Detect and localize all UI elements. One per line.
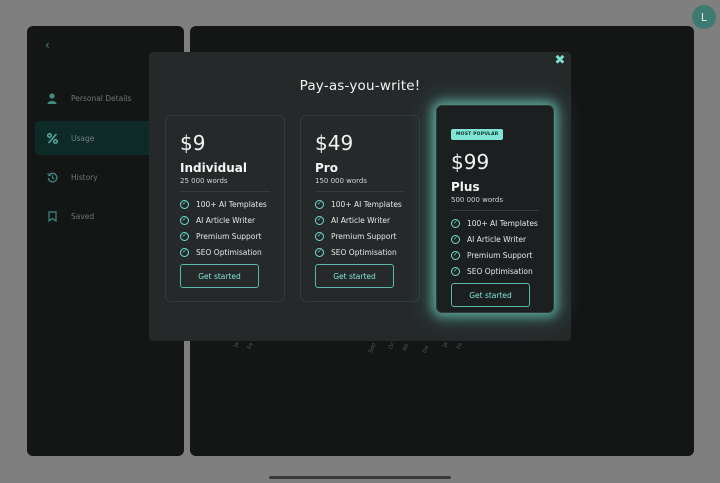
feature-label: Premium Support xyxy=(467,250,533,260)
plan-words: 500 000 words xyxy=(451,196,504,204)
feature-item: ✓ 100+ AI Templates xyxy=(180,196,270,212)
feature-item: ✓ AI Article Writer xyxy=(451,231,539,247)
most-popular-badge: MOST POPULAR xyxy=(451,129,504,140)
check-circle-icon: ✓ xyxy=(315,199,324,209)
sidebar-item-label: Usage xyxy=(71,133,95,143)
sidebar-item-label: History xyxy=(71,172,98,182)
feature-item: ✓ Premium Support xyxy=(180,228,270,244)
check-circle-icon: ✓ xyxy=(315,231,324,241)
chart-tick-label: Ja xyxy=(442,341,450,349)
feature-item: ✓ SEO Optimisation xyxy=(451,263,539,279)
plan-card-plus: MOST POPULAR $99 Plus 500 000 words ✓ 100… xyxy=(436,105,554,313)
check-circle-icon: ✓ xyxy=(451,250,460,260)
plan-words: 25 000 words xyxy=(180,177,228,185)
feature-item: ✓ 100+ AI Templates xyxy=(451,215,539,231)
chevron-left-icon[interactable]: ‹ xyxy=(45,38,50,52)
chart-tick-label: No xyxy=(402,342,411,353)
get-started-button-pro[interactable]: Get started xyxy=(315,264,394,288)
chart-tick-label: Ja xyxy=(233,341,241,349)
feature-label: AI Article Writer xyxy=(331,215,391,225)
feature-item: ✓ AI Article Writer xyxy=(180,212,270,228)
plan-price: $99 xyxy=(451,150,490,174)
feature-label: SEO Optimisation xyxy=(196,247,262,257)
person-icon xyxy=(45,91,59,105)
history-icon xyxy=(45,170,59,184)
check-circle-icon: ✓ xyxy=(180,247,189,257)
check-circle-icon: ✓ xyxy=(315,215,324,225)
percent-icon xyxy=(45,131,59,145)
bookmark-icon xyxy=(45,209,59,223)
check-circle-icon: ✓ xyxy=(451,218,460,228)
pricing-modal: ✖ Pay-as-you-write! $9 Individual 25 000… xyxy=(149,52,571,341)
feature-label: AI Article Writer xyxy=(196,215,256,225)
check-circle-icon: ✓ xyxy=(180,199,189,209)
plan-name: Individual xyxy=(180,161,247,175)
feature-item: ✓ SEO Optimisation xyxy=(180,244,270,260)
user-avatar[interactable]: L xyxy=(692,5,716,29)
check-circle-icon: ✓ xyxy=(180,231,189,241)
check-circle-icon: ✓ xyxy=(451,266,460,276)
feature-label: Premium Support xyxy=(196,231,262,241)
close-icon[interactable]: ✖ xyxy=(553,54,567,68)
sidebar-item-label: Saved xyxy=(71,211,95,221)
check-circle-icon: ✓ xyxy=(180,215,189,225)
feature-label: SEO Optimisation xyxy=(331,247,397,257)
check-circle-icon: ✓ xyxy=(451,234,460,244)
feature-label: 100+ AI Templates xyxy=(331,199,402,209)
chart-tick-label: De xyxy=(422,344,431,355)
plan-words: 150 000 words xyxy=(315,177,368,185)
get-started-button-plus[interactable]: Get started xyxy=(451,283,530,307)
plan-card-individual: $9 Individual 25 000 words ✓ 100+ AI Temp… xyxy=(165,115,285,302)
chart-tick-label: Oc xyxy=(388,341,397,351)
plan-price: $9 xyxy=(180,131,206,155)
plan-name: Plus xyxy=(451,180,480,194)
divider xyxy=(451,210,539,211)
feature-item: ✓ Premium Support xyxy=(315,228,405,244)
chart-tick-label: Fe xyxy=(247,342,255,351)
feature-label: 100+ AI Templates xyxy=(196,199,267,209)
feature-label: Premium Support xyxy=(331,231,397,241)
sidebar-item-label: Personal Details xyxy=(71,93,132,103)
divider xyxy=(180,191,270,192)
modal-title: Pay-as-you-write! xyxy=(299,78,421,94)
badge-wrap: MOST POPULAR xyxy=(451,120,539,140)
get-started-button-individual[interactable]: Get started xyxy=(180,264,259,288)
home-indicator xyxy=(269,476,451,479)
chart-tick-label: Fe xyxy=(456,342,464,351)
feature-label: 100+ AI Templates xyxy=(467,218,538,228)
feature-item: ✓ Premium Support xyxy=(451,247,539,263)
feature-item: ✓ AI Article Writer xyxy=(315,212,405,228)
feature-item: ✓ SEO Optimisation xyxy=(315,244,405,260)
feature-label: SEO Optimisation xyxy=(467,266,533,276)
plan-name: Pro xyxy=(315,161,338,175)
plan-card-pro: $49 Pro 150 000 words ✓ 100+ AI Templates… xyxy=(300,115,420,302)
chart-tick-label: Sep xyxy=(368,342,378,355)
feature-label: AI Article Writer xyxy=(467,234,527,244)
plan-price: $49 xyxy=(315,131,354,155)
divider xyxy=(315,191,405,192)
feature-item: ✓ 100+ AI Templates xyxy=(315,196,405,212)
check-circle-icon: ✓ xyxy=(315,247,324,257)
